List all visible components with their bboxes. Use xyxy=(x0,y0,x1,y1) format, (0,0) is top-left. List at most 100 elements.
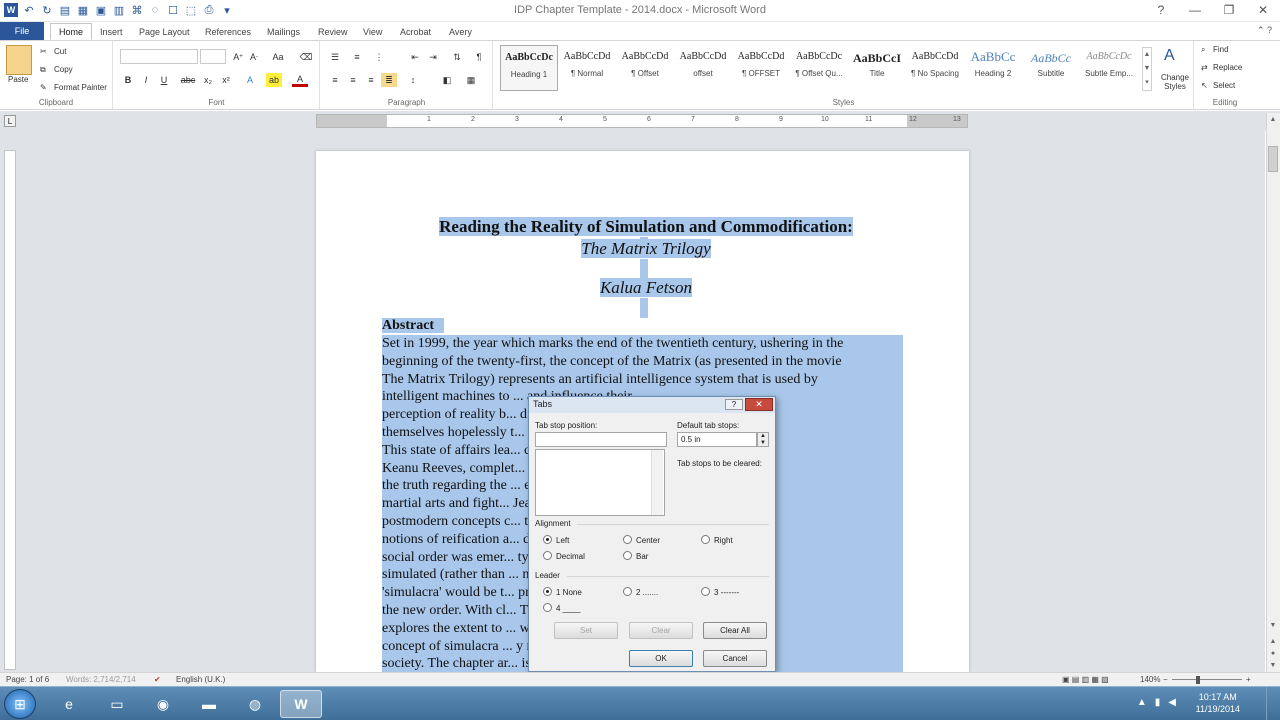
tab-stop-position-input[interactable] xyxy=(535,432,667,447)
style-subtitle[interactable]: AaBbCc Subtitle xyxy=(1022,45,1080,91)
close-icon[interactable]: ✕ xyxy=(745,398,773,411)
app-icon[interactable]: ◍ xyxy=(234,690,276,718)
style-heading-1[interactable]: AaBbCcDc Heading 1 xyxy=(500,45,558,91)
abstract-heading[interactable]: Abstract xyxy=(382,318,445,334)
find-button[interactable]: Find xyxy=(1213,45,1229,54)
align-left-icon[interactable]: ≡ xyxy=(327,73,343,87)
numbering-icon[interactable]: ≡ xyxy=(349,50,365,64)
show-desktop-button[interactable] xyxy=(1266,687,1280,720)
clear-formatting-icon[interactable]: ⌫ xyxy=(298,50,314,64)
default-tab-stops-spinner-icon[interactable]: ▲ ▼ xyxy=(757,432,769,447)
paste-icon[interactable] xyxy=(6,45,32,75)
tab-view[interactable]: View xyxy=(355,23,390,40)
style-normal[interactable]: AaBbCcDd ¶ Normal xyxy=(558,45,616,91)
style-title[interactable]: AaBbCcI Title xyxy=(848,45,906,91)
style-offset-quote[interactable]: AaBbCcDc ¶ Offset Qu... xyxy=(790,45,848,91)
paste-button[interactable]: Paste xyxy=(8,75,28,84)
line-spacing-icon[interactable]: ↕ xyxy=(405,73,421,87)
leader-none-radio[interactable] xyxy=(543,587,552,596)
multilevel-list-icon[interactable]: ⋮ xyxy=(371,50,387,64)
chrome-icon[interactable]: ◉ xyxy=(142,690,184,718)
file-explorer-icon[interactable]: ▭ xyxy=(96,690,138,718)
file-tab[interactable]: File xyxy=(0,22,44,40)
set-button[interactable]: Set xyxy=(554,622,618,639)
leader-dots-radio[interactable] xyxy=(623,587,632,596)
tab-avery[interactable]: Avery xyxy=(441,23,480,40)
word-taskbar-icon[interactable]: W xyxy=(280,690,322,718)
document-subtitle[interactable]: The Matrix Trilogy xyxy=(416,239,876,259)
increase-indent-icon[interactable]: ⇥ xyxy=(425,50,441,64)
decrease-indent-icon[interactable]: ⇤ xyxy=(407,50,423,64)
view-buttons[interactable]: ▣ ▤ ▥ ▦ ▧ xyxy=(1062,675,1109,684)
highlight-icon[interactable]: ab xyxy=(266,73,282,87)
superscript-icon[interactable]: x² xyxy=(218,73,234,87)
sort-icon[interactable]: ⇅ xyxy=(449,50,465,64)
tab-stop-list[interactable] xyxy=(535,449,665,516)
tab-references[interactable]: References xyxy=(197,23,259,40)
ribbon-collapse-icon[interactable]: ⌃ ? xyxy=(1257,25,1272,36)
align-right-icon[interactable]: ≡ xyxy=(363,73,379,87)
underline-icon[interactable]: U xyxy=(156,73,172,87)
internet-explorer-icon[interactable]: e xyxy=(48,690,90,718)
styles-scroll-icon[interactable]: ▲ ▼ ▾ xyxy=(1142,47,1152,91)
document-author[interactable]: Kalua Fetson xyxy=(416,278,876,298)
replace-icon[interactable]: ⇄ xyxy=(1201,63,1208,72)
subscript-icon[interactable]: x₂ xyxy=(200,73,216,87)
change-styles-button[interactable]: Change Styles xyxy=(1158,73,1192,91)
dialog-title-bar[interactable]: Tabs ? ✕ xyxy=(529,397,775,413)
leader-underline-radio[interactable] xyxy=(543,603,552,612)
alignment-right-radio[interactable] xyxy=(701,535,710,544)
alignment-center-radio[interactable] xyxy=(623,535,632,544)
tab-mailings[interactable]: Mailings xyxy=(259,23,308,40)
clear-all-button[interactable]: Clear All xyxy=(703,622,767,639)
scroll-down-icon[interactable]: ▼ xyxy=(1268,620,1278,630)
zoom-in-icon[interactable]: + xyxy=(1246,675,1251,684)
language[interactable]: English (U.K.) xyxy=(176,675,225,684)
change-styles-icon[interactable]: A xyxy=(1164,47,1175,65)
clear-button[interactable]: Clear xyxy=(629,622,693,639)
find-icon[interactable]: ⌕ xyxy=(1201,45,1205,55)
page-count[interactable]: Page: 1 of 6 xyxy=(6,675,49,684)
copy-button[interactable]: Copy xyxy=(54,65,73,74)
vertical-ruler[interactable] xyxy=(4,150,16,670)
bullets-icon[interactable]: ☰ xyxy=(327,50,343,64)
word-count[interactable]: Words: 2,714/2,714 xyxy=(66,675,136,684)
show-formatting-marks-icon[interactable]: ¶ xyxy=(471,50,487,64)
restore-icon[interactable]: ❐ xyxy=(1212,0,1246,20)
format-painter-button[interactable]: Format Painter xyxy=(54,83,107,92)
proofing-icon[interactable]: ✔ xyxy=(154,675,161,684)
default-tab-stops-input[interactable]: 0.5 in xyxy=(677,432,757,447)
tab-home[interactable]: Home xyxy=(50,23,93,40)
ok-button[interactable]: OK xyxy=(629,650,693,667)
volume-icon[interactable]: ◀ xyxy=(1168,697,1176,708)
style-no-spacing[interactable]: AaBbCcDd ¶ No Spacing xyxy=(906,45,964,91)
italic-icon[interactable]: I xyxy=(138,73,154,87)
minimize-icon[interactable]: — xyxy=(1178,0,1212,20)
help-icon[interactable]: ? xyxy=(725,399,743,410)
horizontal-ruler[interactable]: 1 2 3 4 5 6 7 8 9 10 11 12 13 xyxy=(316,114,968,128)
folder-icon[interactable]: ▬ xyxy=(188,690,230,718)
zoom-slider[interactable] xyxy=(1172,679,1242,680)
tray-arrow-icon[interactable]: ▲ xyxy=(1137,697,1147,708)
cut-icon[interactable]: ✂ xyxy=(40,47,47,56)
cancel-button[interactable]: Cancel xyxy=(703,650,767,667)
tab-acrobat[interactable]: Acrobat xyxy=(392,23,439,40)
alignment-bar-radio[interactable] xyxy=(623,551,632,560)
leader-dashes-radio[interactable] xyxy=(701,587,710,596)
select-icon[interactable]: ↖ xyxy=(1201,81,1208,90)
text-effects-icon[interactable]: A xyxy=(242,73,258,87)
style-heading-2[interactable]: AaBbCc Heading 2 xyxy=(964,45,1022,91)
close-icon[interactable]: ✕ xyxy=(1246,0,1280,20)
align-center-icon[interactable]: ≡ xyxy=(345,73,361,87)
scroll-up-icon[interactable]: ▲ xyxy=(1268,114,1278,124)
document-title[interactable]: Reading the Reality of Simulation and Co… xyxy=(416,217,876,237)
tab-stop-list-scrollbar[interactable] xyxy=(651,450,663,515)
alignment-decimal-radio[interactable] xyxy=(543,551,552,560)
font-color-icon[interactable]: A xyxy=(292,73,308,87)
copy-icon[interactable]: ⧉ xyxy=(40,65,46,75)
help-icon[interactable]: ? xyxy=(1144,0,1178,20)
tab-page-layout[interactable]: Page Layout xyxy=(131,23,198,40)
style-offset[interactable]: AaBbCcDd ¶ Offset xyxy=(616,45,674,91)
clock[interactable]: 10:17 AM 11/19/2014 xyxy=(1196,691,1240,715)
network-icon[interactable]: ▮ xyxy=(1155,697,1161,708)
